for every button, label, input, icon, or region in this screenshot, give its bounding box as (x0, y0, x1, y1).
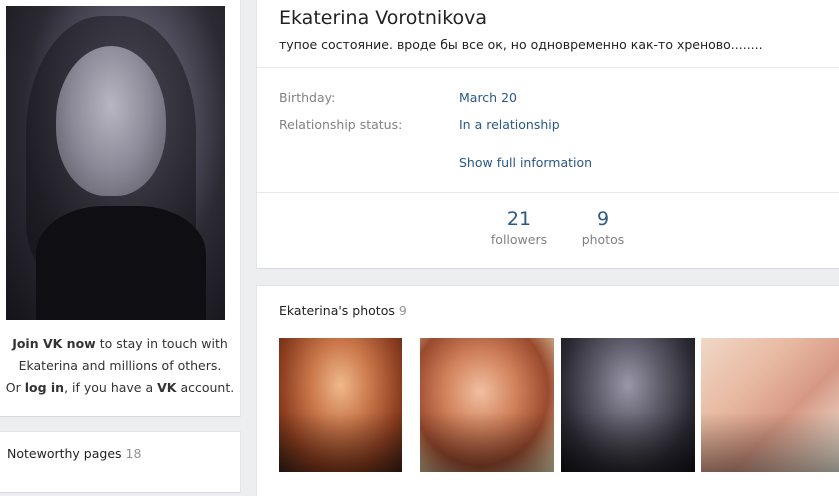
thumbnail-shade (420, 411, 554, 472)
show-full-information-link[interactable]: Show full information (459, 155, 592, 170)
photos-counter[interactable]: 9 photos (573, 208, 633, 247)
followers-counter[interactable]: 21 followers (485, 208, 553, 247)
login-link[interactable]: log in (25, 380, 64, 395)
join-or: Or (5, 380, 25, 395)
noteworthy-pages-count: 18 (125, 446, 142, 461)
relationship-value-link[interactable]: In a relationship (459, 117, 560, 132)
profile-avatar-card: Join VK now to stay in touch with Ekater… (0, 0, 240, 416)
join-line3-mid: , if you have a (64, 380, 158, 395)
photos-title: Ekaterina's photos (279, 303, 395, 318)
noteworthy-pages-card[interactable]: Noteworthy pages 18 (0, 432, 240, 492)
photos-header[interactable]: Ekaterina's photos 9 (279, 303, 407, 318)
photo-thumbnail[interactable] (701, 338, 839, 472)
join-prompt: Join VK now to stay in touch with Ekater… (0, 333, 240, 399)
thumbnail-shade (561, 411, 695, 472)
join-line3-end: account. (176, 380, 235, 395)
photos-card: Ekaterina's photos 9 (257, 286, 839, 496)
join-line1-rest: to stay in touch with (95, 336, 228, 351)
divider (257, 192, 839, 193)
thumbnail-shade (701, 411, 839, 472)
photos-total-count: 9 (398, 303, 407, 318)
avatar-face-shape (56, 46, 166, 196)
profile-info-card: Ekaterina Vorotnikova тупое состояние. в… (257, 0, 839, 268)
profile-name: Ekaterina Vorotnikova (279, 7, 488, 29)
join-line2: Ekaterina and millions of others. (18, 358, 222, 373)
divider (257, 67, 839, 68)
photo-thumbnail[interactable] (561, 338, 695, 472)
relationship-label: Relationship status: (279, 117, 403, 132)
noteworthy-pages-title: Noteworthy pages (7, 446, 122, 461)
photos-count: 9 (596, 208, 610, 230)
photos-label: photos (581, 232, 625, 247)
vk-brand: VK (157, 380, 177, 395)
join-vk-link[interactable]: Join VK now (12, 336, 96, 351)
followers-count: 21 (506, 208, 532, 230)
photo-thumbnail[interactable] (420, 338, 554, 472)
followers-label: followers (490, 232, 548, 247)
noteworthy-pages-header[interactable]: Noteworthy pages 18 (7, 446, 141, 461)
avatar-clothing-shape (36, 206, 206, 320)
thumbnail-shade (279, 411, 402, 472)
profile-avatar-photo[interactable] (6, 6, 225, 320)
profile-status-text: тупое состояние. вроде бы все ок, но одн… (279, 37, 763, 52)
photo-thumbnail[interactable] (279, 338, 402, 472)
birthday-value-link[interactable]: March 20 (459, 90, 517, 105)
birthday-label: Birthday: (279, 90, 336, 105)
